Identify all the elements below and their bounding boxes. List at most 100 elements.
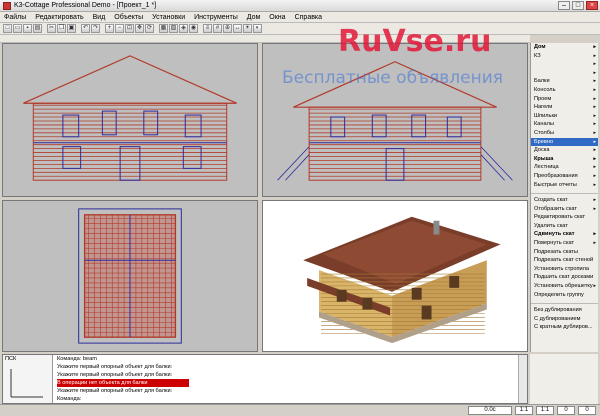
command-line: Укажите первый опорный объект для балки: [57,388,173,394]
roof-item-11[interactable]: Определить группу [531,291,598,300]
chevron-right-icon: ▸ [593,197,596,204]
measure-icon[interactable]: ↔ [233,24,242,33]
save-icon[interactable]: ▪ [23,24,32,33]
roof-item-label: Повернуть скат [534,240,575,247]
zoom-in-icon[interactable]: + [105,24,114,33]
roof-item-label: Редактировать скат [534,214,586,221]
command-scrollbar[interactable] [518,355,527,403]
panel-item-16[interactable]: Быстрые отчеты ▸ [531,181,598,190]
panel-item-label: Преобразования [534,172,578,179]
viewport-floor-plan[interactable] [2,200,258,352]
panel-item-9[interactable]: Каналы ▸ [531,120,598,129]
panel-item-8[interactable]: Шпильки ▸ [531,112,598,121]
panel-item-label: Консоль [534,86,556,93]
menu-view[interactable]: Вид [93,14,106,21]
command-line: Укажите первый опорный объект для балки: [57,364,173,370]
roof-item-6[interactable]: Подрезать скаты [531,248,598,257]
roof-item-1[interactable]: Отобразить скат ▸ [531,205,598,214]
render-icon[interactable]: ◉ [189,24,198,33]
panel-item-7[interactable]: Нагели ▸ [531,103,598,112]
new-file-icon[interactable]: □ [3,24,12,33]
panel-item-2[interactable]: ▸ [531,60,598,69]
roof-item-3[interactable]: Удалить скат [531,222,598,231]
viewport-front-elevation[interactable] [2,43,258,197]
panel-item-12[interactable]: Доска ▸ [531,146,598,155]
panel-item-10[interactable]: Столбы ▸ [531,129,598,138]
status-scale-2: 1:1 [536,406,554,415]
panel-item-14[interactable]: Лестница ▸ [531,163,598,172]
menu-windows[interactable]: Окна [269,14,285,21]
roof-item-label: Установить обрешетку [534,283,593,290]
panel-item-1[interactable]: КЗ ▸ [531,52,598,61]
layers-icon[interactable]: ≡ [203,24,212,33]
roof-item-2[interactable]: Редактировать скат [531,213,598,222]
dup-item-1[interactable]: С дублированием [531,315,598,324]
zoom-window-icon[interactable]: ⊡ [125,24,134,33]
viewport-3d-render[interactable] [262,200,528,352]
status-scale-1: 1:1 [515,406,533,415]
undo-icon[interactable]: ↶ [81,24,90,33]
chevron-right-icon: ▸ [593,44,596,50]
panel-item-label: КЗ [534,52,541,59]
panel-item-label: Нагели [534,104,553,111]
roof-item-0[interactable]: Создать скат ▸ [531,196,598,205]
dup-item-0[interactable]: Без дублирования [531,306,598,315]
roof-item-8[interactable]: Установить стропила [531,265,598,274]
zoom-out-icon[interactable]: − [115,24,124,33]
rotate-icon[interactable]: ⟳ [145,24,154,33]
menu-edit[interactable]: Редактировать [35,14,83,21]
paste-icon[interactable]: ▣ [67,24,76,33]
roof-item-label: Подшить скат досками [534,274,594,281]
menu-files[interactable]: Файлы [4,14,26,21]
maximize-button[interactable]: □ [572,1,584,10]
panel-item-0[interactable]: Дом ▸ [531,43,598,52]
copy-icon[interactable]: ❐ [57,24,66,33]
panel-item-6[interactable]: Проем ▸ [531,95,598,104]
panel-item-13[interactable]: Крыша ▸ [531,155,598,164]
viewport-side-elevation[interactable] [262,43,528,197]
roof-item-label: Установить стропила [534,265,590,272]
minimize-button[interactable]: – [558,1,570,10]
view-front-icon[interactable]: ▦ [159,24,168,33]
command-history: Команда: beam Укажите первый опорный объе… [57,355,517,403]
menu-objects[interactable]: Объекты [114,14,143,21]
roof-item-7[interactable]: Подрезать скат стеной [531,256,598,265]
chevron-right-icon: ▸ [593,104,596,111]
print-icon[interactable]: ▤ [33,24,42,33]
right-command-panel: Дом ▸ КЗ ▸ ▸ ▸ Балки ▸ Консоль ▸ Проем ▸ Нагели ▸ Шпил… [530,43,598,352]
view-3d-icon[interactable]: ◈ [179,24,188,33]
chevron-right-icon: ▸ [593,52,596,59]
menu-house[interactable]: Дом [247,14,261,21]
menu-bar: Файлы Редактировать Вид Объекты Установк… [0,12,600,23]
roof-item-10[interactable]: Установить обрешетку ▸ [531,282,598,291]
panel-item-5[interactable]: Консоль ▸ [531,86,598,95]
grid-icon[interactable]: # [213,24,222,33]
panel-item-15[interactable]: Преобразования ▸ [531,172,598,181]
chevron-right-icon: ▸ [593,61,596,68]
pan-icon[interactable]: ✥ [135,24,144,33]
close-button[interactable]: × [586,1,598,10]
panel-item-label: Шпильки [534,112,558,119]
roof-item-4[interactable]: Сдвинуть скат ▸ [531,230,598,239]
status-field-3: 0 [557,406,575,415]
redo-icon[interactable]: ↷ [91,24,100,33]
panel-item-11[interactable]: Бревно ▸ [531,137,598,147]
color-icon[interactable]: ◐ [253,24,262,33]
view-top-icon[interactable]: ▧ [169,24,178,33]
status-field-4: 0 [578,406,596,415]
panel-item-4[interactable]: Балки ▸ [531,77,598,86]
panel-item-3[interactable]: ▸ [531,69,598,78]
ucs-preview: ПСК [3,355,53,403]
cut-icon[interactable]: ✂ [47,24,56,33]
roof-item-9[interactable]: Подшить скат досками [531,273,598,282]
menu-tools[interactable]: Инструменты [194,14,238,21]
side-elevation-drawing [277,61,513,181]
menu-help[interactable]: Справка [295,14,322,21]
open-folder-icon[interactable]: ▭ [13,24,22,33]
roof-item-5[interactable]: Повернуть скат ▸ [531,239,598,248]
dup-item-2[interactable]: С кратным дублиров... [531,323,598,332]
snap-icon[interactable]: ⊕ [223,24,232,33]
light-icon[interactable]: ☀ [243,24,252,33]
panel-item-label: Крыша [534,155,554,162]
menu-settings[interactable]: Установки [152,14,185,21]
